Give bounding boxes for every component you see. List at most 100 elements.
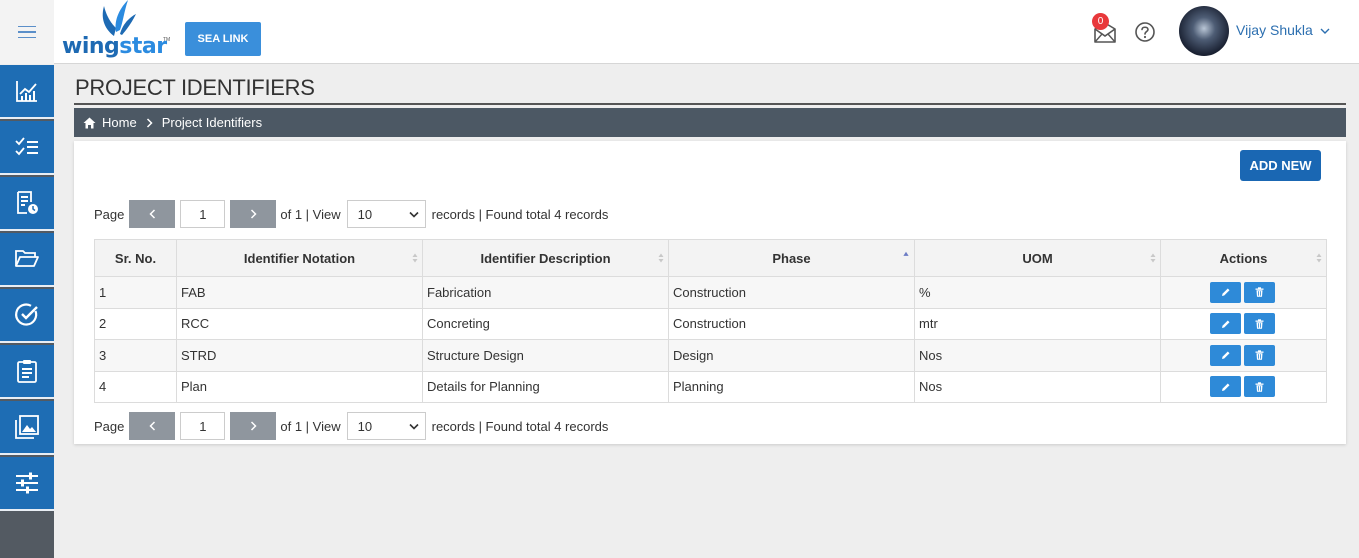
column-header-uom[interactable]: UOM: [914, 239, 1161, 277]
prev-page-button[interactable]: [129, 412, 176, 440]
cell-phase: Design: [668, 339, 915, 372]
page-of-text: of 1 | View: [280, 418, 341, 434]
chevron-left-icon: [149, 209, 155, 219]
sliders-icon: [16, 472, 38, 494]
image-gallery-icon: [15, 415, 39, 439]
cell-sr-no: 3: [94, 339, 177, 372]
cell-description: Details for Planning: [422, 370, 669, 403]
delete-button[interactable]: [1244, 344, 1275, 366]
column-header-label: Sr. No.: [114, 250, 157, 266]
edit-button[interactable]: [1210, 344, 1241, 366]
column-header-description[interactable]: Identifier Description: [422, 239, 669, 277]
prev-page-button[interactable]: [129, 200, 176, 228]
column-header-phase[interactable]: Phase: [668, 239, 915, 277]
sidebar-item-checklist[interactable]: [0, 121, 54, 175]
sidebar-item-analytics[interactable]: [0, 65, 54, 119]
chevron-down-icon[interactable]: [1320, 26, 1330, 36]
page-number-input[interactable]: [180, 412, 226, 440]
edit-button[interactable]: [1210, 281, 1241, 303]
column-header-label: Actions: [1219, 250, 1268, 266]
sort-icon: [658, 253, 664, 263]
column-header-label: Identifier Notation: [243, 250, 356, 266]
pencil-icon: [1221, 320, 1229, 328]
column-header-actions[interactable]: Actions: [1160, 239, 1327, 277]
chevron-down-icon: [409, 423, 419, 430]
breadcrumb-home-link[interactable]: Home: [83, 115, 137, 130]
sort-icon: [1150, 253, 1156, 263]
home-icon: [83, 117, 96, 128]
delete-button[interactable]: [1244, 376, 1275, 398]
cell-notation: Plan: [176, 370, 423, 403]
chevron-left-icon: [149, 421, 155, 431]
page-size-value: 10: [357, 418, 373, 434]
cell-uom: Nos: [914, 370, 1161, 403]
sort-icon: [1316, 253, 1322, 263]
cell-actions: [1160, 370, 1327, 403]
analytics-chart-icon: [16, 81, 37, 102]
column-header-label: UOM: [1022, 250, 1053, 266]
cell-description: Fabrication: [422, 276, 669, 309]
cell-sr-no: 1: [94, 276, 177, 309]
cell-notation: RCC: [176, 307, 423, 340]
sidebar-item-approvals[interactable]: [0, 289, 54, 343]
cell-uom: Nos: [914, 339, 1161, 372]
cell-uom: %: [914, 276, 1161, 309]
next-page-button[interactable]: [230, 200, 277, 228]
sidebar: [0, 65, 54, 558]
chevron-right-icon: [250, 209, 257, 219]
column-header-sr-no[interactable]: Sr. No.: [94, 239, 177, 277]
table-header-row: Sr. No. Identifier Notation Identifier D…: [94, 239, 1327, 277]
pencil-icon: [1221, 288, 1229, 297]
project-select-button[interactable]: SEA LINK: [185, 22, 261, 56]
chevron-right-icon: [250, 421, 257, 431]
edit-button[interactable]: [1210, 313, 1241, 335]
table-row: 1 FAB Fabrication Construction%: [94, 276, 1327, 309]
cell-phase: Construction: [668, 307, 915, 340]
delete-button[interactable]: [1244, 281, 1275, 303]
sidebar-item-gallery[interactable]: [0, 401, 54, 455]
sort-ascending-icon: [903, 251, 909, 256]
page-size-value: 10: [357, 206, 373, 222]
cell-notation: FAB: [176, 276, 423, 309]
page-size-select[interactable]: 10: [346, 200, 426, 228]
page-size-select[interactable]: 10: [346, 412, 426, 440]
user-avatar[interactable]: [1179, 6, 1229, 56]
content-panel: ADD NEW Page of 1 | View 10 records | Fo…: [74, 141, 1346, 444]
cell-uom: mtr: [914, 307, 1161, 340]
sidebar-item-documents[interactable]: [0, 233, 54, 287]
page-label: Page: [94, 206, 125, 222]
user-name[interactable]: Vijay Shukla: [1236, 22, 1313, 38]
breadcrumb: Home Project Identifiers: [74, 108, 1346, 137]
next-page-button[interactable]: [230, 412, 277, 440]
folder-open-icon: [15, 250, 39, 267]
delete-button[interactable]: [1244, 313, 1275, 335]
table-row: 2 RCC Concreting Construction mtr: [94, 307, 1327, 340]
clipboard-icon: [17, 360, 37, 383]
trash-icon: [1255, 382, 1264, 392]
hamburger-icon: [18, 25, 36, 39]
column-header-notation[interactable]: Identifier Notation: [176, 239, 423, 277]
cell-phase: Construction: [668, 276, 915, 309]
title-divider: [74, 103, 1346, 105]
edit-button[interactable]: [1210, 376, 1241, 398]
notifications-button[interactable]: 0: [1092, 13, 1118, 46]
page-number-input[interactable]: [180, 200, 226, 228]
cell-actions: [1160, 339, 1327, 372]
identifiers-table: Sr. No. Identifier Notation Identifier D…: [94, 239, 1327, 403]
chevron-right-icon: [146, 117, 153, 128]
breadcrumb-home-label: Home: [102, 115, 137, 130]
notification-count-badge: 0: [1092, 13, 1109, 30]
page-label: Page: [94, 418, 125, 434]
help-icon[interactable]: [1134, 21, 1156, 43]
table-row: 4 Plan Details for Planning Planning Nos: [94, 370, 1327, 403]
table-row: 3 STRD Structure Design Design Nos: [94, 339, 1327, 372]
records-summary: records | Found total 4 records: [431, 206, 609, 222]
sidebar-item-settings[interactable]: [0, 457, 54, 511]
menu-toggle-button[interactable]: [0, 0, 54, 64]
pencil-icon: [1221, 351, 1229, 360]
sidebar-item-reports[interactable]: [0, 177, 54, 231]
add-new-button[interactable]: ADD NEW: [1240, 150, 1321, 181]
sidebar-item-tasks[interactable]: [0, 345, 54, 399]
trash-icon: [1255, 287, 1264, 297]
wingstar-logo[interactable]: wingstar TM: [62, 0, 172, 64]
